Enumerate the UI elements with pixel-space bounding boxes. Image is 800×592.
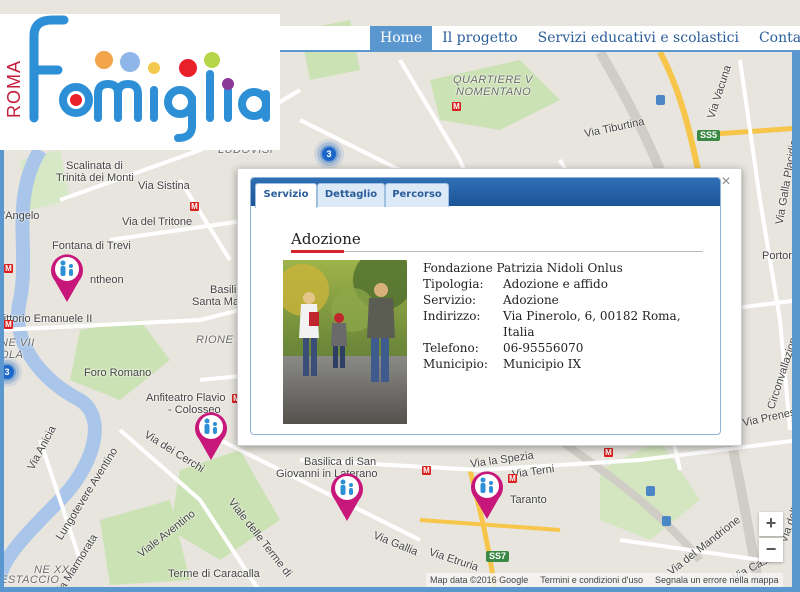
report-error-link[interactable]: Segnala un errore nella mappa	[655, 573, 779, 587]
road-shield: SS7	[486, 551, 510, 562]
family-walking-photo-icon	[283, 260, 407, 424]
map-label: Anfiteatro Flavio	[146, 392, 226, 404]
detail-value: Adozione e affido	[503, 277, 608, 291]
detail-value: Adozione	[503, 293, 559, 307]
map-label: QUARTIERE V	[453, 74, 533, 86]
map-label: RIONE I	[196, 334, 241, 346]
main-nav: Home Il progetto Servizi educativi e sco…	[370, 26, 800, 50]
detail-label: Municipio:	[423, 357, 488, 371]
bus-icon	[646, 486, 655, 496]
map-label: Taranto	[510, 494, 547, 506]
site-logo[interactable]: ROMA	[0, 14, 280, 150]
info-window-content: Servizio Dettaglio Percorso Adozione Fon…	[250, 177, 721, 435]
frame-border	[792, 50, 800, 592]
logo-roma-text: ROMA	[4, 60, 24, 118]
map-label: rittorio Emanuele II	[0, 313, 93, 325]
map-label: Via del Tritone	[122, 216, 193, 228]
detail-value: Via Pinerolo, 6, 00182 Roma, Italia	[503, 309, 681, 339]
map-label: Foro Romano	[84, 367, 152, 379]
zoom-out-button[interactable]: −	[759, 538, 783, 562]
metro-icon: M	[452, 102, 461, 111]
service-title: Adozione	[291, 230, 361, 248]
bus-icon	[662, 516, 671, 526]
detail-row-indirizzo: Indirizzo: Via Pinerolo, 6, 00182 Roma, …	[423, 308, 703, 340]
bus-icon	[656, 95, 665, 105]
detail-label: Servizio:	[423, 293, 477, 307]
frame-border	[0, 148, 4, 592]
family-pin-icon[interactable]	[328, 470, 366, 522]
family-pin-icon[interactable]	[48, 251, 86, 303]
map-cluster-marker[interactable]: 3	[314, 139, 344, 169]
tab-bar: Servizio Dettaglio Percorso	[251, 178, 720, 208]
zoom-in-button[interactable]: +	[759, 512, 783, 536]
title-accent	[291, 250, 344, 253]
detail-value: Municipio IX	[503, 357, 581, 371]
nav-il-progetto[interactable]: Il progetto	[432, 26, 527, 50]
road-shield: SS5	[697, 130, 721, 141]
map-label: NE XX	[34, 564, 70, 576]
map-label: t'Angelo	[0, 210, 40, 222]
detail-value: 06-95556070	[503, 341, 584, 355]
map-attribution: Map data ©2016 Google Termini e condizio…	[426, 573, 783, 587]
detail-row-tipologia: Tipologia: Adozione e affido	[423, 276, 703, 292]
map-label: Via Sistina	[138, 180, 190, 192]
map-label: ntheon	[90, 274, 124, 286]
service-details: Fondazione Patrizia Nidoli Onlus Tipolog…	[423, 260, 703, 372]
family-pin-icon[interactable]	[468, 468, 506, 520]
map-label: Basili	[210, 284, 237, 296]
nav-servizi[interactable]: Servizi educativi e scolastici	[528, 26, 749, 50]
map-label: NE VII	[0, 337, 35, 349]
detail-row-telefono: Telefono: 06-95556070	[423, 340, 703, 356]
tab-percorso[interactable]: Percorso	[385, 183, 449, 207]
family-pin-icon[interactable]	[192, 409, 230, 461]
map-label: Trinità dei Monti	[56, 172, 134, 184]
tab-servizio[interactable]: Servizio	[255, 183, 317, 208]
map-label: Terme di Caracalla	[168, 568, 260, 580]
map-label: Scalinata di	[66, 160, 123, 172]
map-data-credit: Map data ©2016 Google	[430, 575, 529, 585]
title-divider	[291, 251, 703, 252]
cluster-count: 3	[322, 147, 336, 161]
metro-icon: M	[508, 474, 517, 483]
map-label: Santa Mar	[192, 296, 243, 308]
organization-name: Fondazione Patrizia Nidoli Onlus	[423, 261, 623, 275]
map-label: Basilica di San	[304, 456, 377, 468]
info-window: × Servizio Dettaglio Percorso Adozione F…	[237, 168, 742, 446]
metro-icon: M	[190, 202, 199, 211]
metro-icon: M	[4, 264, 13, 273]
detail-row-servizio: Servizio: Adozione	[423, 292, 703, 308]
tab-dettaglio[interactable]: Dettaglio	[317, 183, 385, 207]
detail-row-organization: Fondazione Patrizia Nidoli Onlus	[423, 260, 703, 276]
detail-label: Tipologia:	[423, 277, 484, 291]
detail-row-municipio: Municipio: Municipio IX	[423, 356, 703, 372]
metro-icon: M	[422, 466, 431, 475]
terms-link[interactable]: Termini e condizioni d'uso	[540, 573, 643, 587]
detail-label: Telefono:	[423, 341, 479, 355]
nav-home[interactable]: Home	[370, 26, 433, 50]
frame-border	[0, 587, 800, 592]
detail-label: Indirizzo:	[423, 309, 481, 323]
metro-icon: M	[604, 448, 613, 457]
map-label: NOMENTANO	[456, 86, 532, 98]
close-icon[interactable]: ×	[719, 174, 733, 190]
service-photo	[283, 260, 407, 424]
roma-famiglia-logo-icon: ROMA	[4, 15, 270, 142]
nav-contatti[interactable]: Contatti	[749, 26, 800, 50]
metro-icon: M	[4, 320, 13, 329]
